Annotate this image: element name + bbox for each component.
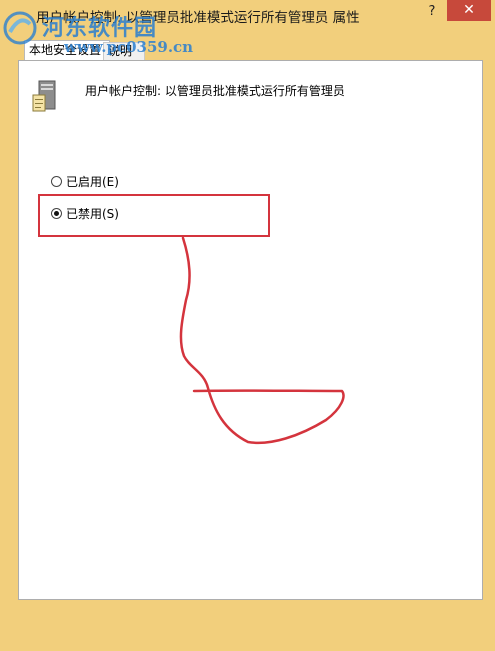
watermark-url: www.pc0359.cn — [64, 38, 194, 56]
policy-name: 用户帐户控制: 以管理员批准模式运行所有管理员 — [85, 84, 345, 98]
radio-enabled[interactable] — [51, 176, 62, 187]
watermark-logo: 河东软件园 www.pc0359.cn — [2, 8, 212, 66]
help-button[interactable]: ? — [418, 3, 446, 21]
option-enabled-label: 已启用(E) — [66, 175, 119, 189]
option-enabled[interactable]: 已启用(E) — [51, 173, 119, 190]
button-area — [18, 600, 481, 640]
watermark-swirl-icon — [3, 11, 37, 45]
tab-content-panel: 用户帐户控制: 以管理员批准模式运行所有管理员 已启用(E) 已禁用(S) — [18, 60, 483, 600]
server-icon — [32, 80, 56, 112]
annotation-highlight-box — [38, 194, 270, 237]
close-button[interactable]: ✕ — [447, 0, 491, 21]
